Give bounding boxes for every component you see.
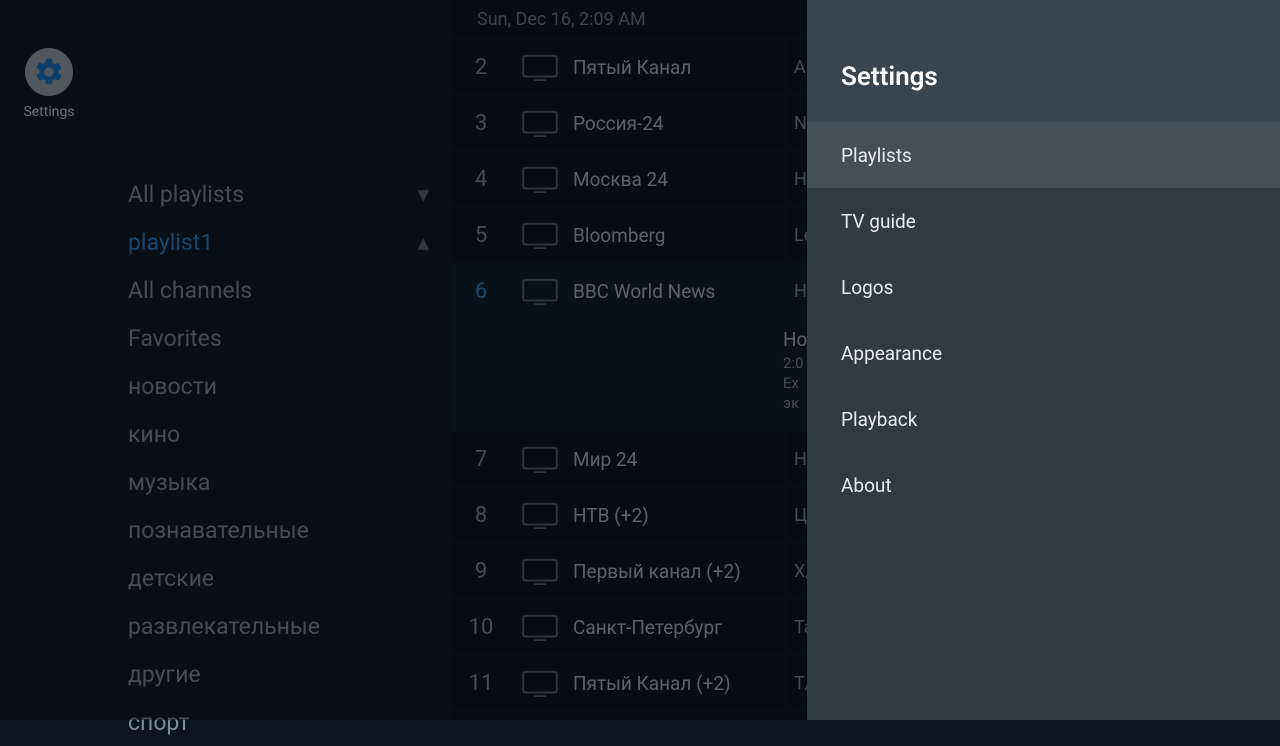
settings-item[interactable]: TV guide	[807, 188, 1280, 254]
settings-item[interactable]: Playlists	[807, 122, 1280, 188]
panel-list: PlaylistsTV guideLogosAppearancePlayback…	[807, 122, 1280, 720]
panel-title: Settings	[841, 62, 938, 92]
settings-item[interactable]: Logos	[807, 254, 1280, 320]
settings-panel: Settings PlaylistsTV guideLogosAppearanc…	[807, 0, 1280, 720]
settings-item[interactable]: Appearance	[807, 320, 1280, 386]
settings-item[interactable]: Playback	[807, 386, 1280, 452]
settings-item[interactable]: About	[807, 452, 1280, 518]
panel-header: Settings	[807, 0, 1280, 122]
